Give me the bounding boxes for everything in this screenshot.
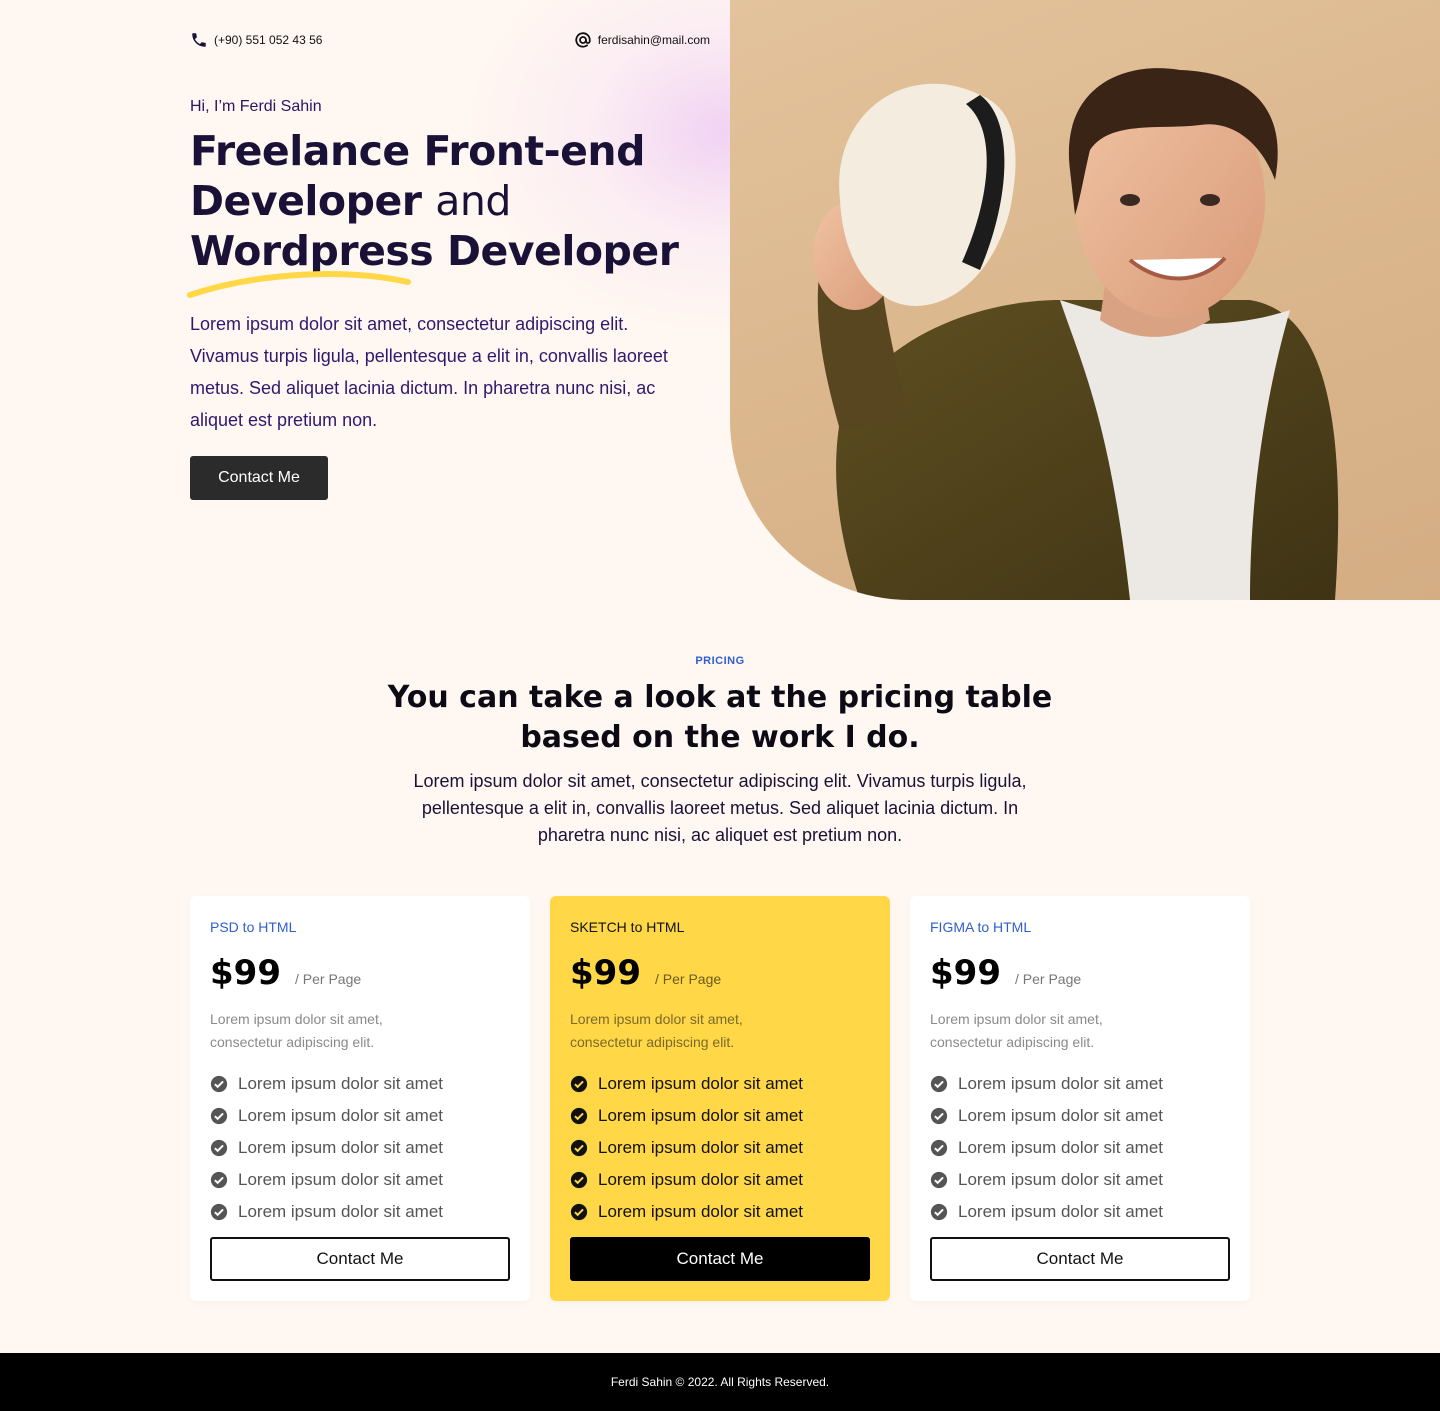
email-link[interactable]: ferdisahin@mail.com [574,31,710,49]
feature-text: Lorem ipsum dolor sit amet [958,1202,1164,1221]
feature-text: Lorem ipsum dolor sit amet [598,1202,804,1221]
check-circle-icon [210,1171,228,1189]
hero-description: Lorem ipsum dolor sit amet, consectetur … [190,314,668,430]
hero-contact-button[interactable]: Contact Me [190,456,328,500]
psd-contact-button[interactable]: Contact Me [210,1237,510,1281]
plan-description: Lorem ipsum dolor sit amet, consectetur … [570,1011,743,1050]
feature-item: Lorem ipsum dolor sit amet [930,1068,1230,1100]
feature-text: Lorem ipsum dolor sit amet [958,1138,1164,1157]
at-sign-icon [575,32,591,48]
check-circle-icon [210,1203,228,1221]
footer-copyright: Ferdi Sahin © 2022. All Rights Reserved. [610,1375,830,1389]
feature-item: Lorem ipsum dolor sit amet [570,1068,870,1100]
headline-line-1: Freelance Front-end [190,127,645,175]
phone-link[interactable]: (+90) 551 052 43 56 [190,31,322,49]
feature-text: Lorem ipsum dolor sit amet [238,1202,444,1221]
price-row: $99 / Per Page [210,953,510,993]
pricing-cards: PSD to HTML $99 / Per Page Lorem ipsum d… [190,896,1250,1301]
headline-line-2-bold: Developer [190,177,422,225]
feature-text: Lorem ipsum dolor sit amet [598,1106,804,1125]
footer: Ferdi Sahin © 2022. All Rights Reserved. [0,1353,1440,1411]
sketch-contact-button[interactable]: Contact Me [570,1237,870,1281]
feature-text: Lorem ipsum dolor sit amet [958,1170,1164,1189]
plan-name: PSD to HTML [210,919,297,935]
plan-price: $99 [210,953,281,993]
plan-description: Lorem ipsum dolor sit amet, consectetur … [930,1011,1103,1050]
feature-list: Lorem ipsum dolor sit amet Lorem ipsum d… [570,1068,870,1228]
feature-item: Lorem ipsum dolor sit amet [210,1100,510,1132]
feature-text: Lorem ipsum dolor sit amet [598,1074,804,1093]
feature-item: Lorem ipsum dolor sit amet [210,1068,510,1100]
check-circle-icon [930,1203,948,1221]
hero-headline: Freelance Front-end Developer and Wordpr… [190,126,710,276]
figma-contact-button[interactable]: Contact Me [930,1237,1230,1281]
hero-section: (+90) 551 052 43 56 ferdisahin@mail.com … [0,0,1440,600]
plan-description: Lorem ipsum dolor sit amet, consectetur … [210,1011,383,1050]
feature-item: Lorem ipsum dolor sit amet [570,1100,870,1132]
email-address: ferdisahin@mail.com [597,33,710,47]
feature-item: Lorem ipsum dolor sit amet [930,1100,1230,1132]
feature-text: Lorem ipsum dolor sit amet [238,1170,444,1189]
feature-item: Lorem ipsum dolor sit amet [570,1196,870,1228]
feature-text: Lorem ipsum dolor sit amet [238,1106,444,1125]
feature-text: Lorem ipsum dolor sit amet [958,1074,1164,1093]
headline-underline-decoration [187,271,411,298]
check-circle-icon [930,1139,948,1157]
hero-portrait-image [730,0,1440,600]
feature-item: Lorem ipsum dolor sit amet [930,1132,1230,1164]
feature-item: Lorem ipsum dolor sit amet [210,1164,510,1196]
feature-item: Lorem ipsum dolor sit amet [930,1164,1230,1196]
feature-item: Lorem ipsum dolor sit amet [930,1196,1230,1228]
phone-icon [192,33,206,47]
plan-name: SKETCH to HTML [570,919,685,935]
portrait-illustration [813,68,1339,600]
feature-text: Lorem ipsum dolor sit amet [598,1138,804,1157]
feature-item: Lorem ipsum dolor sit amet [210,1132,510,1164]
check-circle-icon [930,1171,948,1189]
feature-text: Lorem ipsum dolor sit amet [598,1170,804,1189]
plan-period: / Per Page [654,971,722,987]
pricing-card-sketch: SKETCH to HTML $99 / Per Page Lorem ipsu… [550,896,890,1301]
plan-name: FIGMA to HTML [930,919,1032,935]
price-row: $99 / Per Page [930,953,1230,993]
pricing-card-figma: FIGMA to HTML $99 / Per Page Lorem ipsum… [910,896,1250,1301]
plan-price: $99 [570,953,641,993]
check-circle-icon [930,1075,948,1093]
feature-text: Lorem ipsum dolor sit amet [238,1138,444,1157]
check-circle-icon [570,1171,588,1189]
check-circle-icon [570,1075,588,1093]
feature-list: Lorem ipsum dolor sit amet Lorem ipsum d… [210,1068,510,1228]
check-circle-icon [210,1107,228,1125]
plan-price: $99 [930,953,1001,993]
feature-text: Lorem ipsum dolor sit amet [238,1074,444,1093]
feature-item: Lorem ipsum dolor sit amet [570,1164,870,1196]
check-circle-icon [570,1203,588,1221]
check-circle-icon [210,1139,228,1157]
feature-text: Lorem ipsum dolor sit amet [958,1106,1164,1125]
check-circle-icon [930,1107,948,1125]
check-circle-icon [570,1139,588,1157]
check-circle-icon [210,1075,228,1093]
price-row: $99 / Per Page [570,953,870,993]
feature-item: Lorem ipsum dolor sit amet [570,1132,870,1164]
pricing-card-psd: PSD to HTML $99 / Per Page Lorem ipsum d… [190,896,530,1301]
contact-bar: (+90) 551 052 43 56 ferdisahin@mail.com [190,30,710,50]
plan-period: / Per Page [294,971,362,987]
check-circle-icon [570,1107,588,1125]
plan-period: / Per Page [1014,971,1082,987]
feature-item: Lorem ipsum dolor sit amet [210,1196,510,1228]
headline-line-2: Developer and [190,176,710,226]
pricing-description: Lorem ipsum dolor sit amet, consectetur … [413,771,1027,845]
hero-greeting: Hi, I’m Ferdi Sahin [190,98,322,115]
pricing-eyebrow: PRICING [695,655,745,667]
feature-list: Lorem ipsum dolor sit amet Lorem ipsum d… [930,1068,1230,1228]
phone-number: (+90) 551 052 43 56 [214,33,323,47]
pricing-title: You can take a look at the pricing table… [387,680,1053,755]
headline-line-2-normal: and [435,177,511,225]
